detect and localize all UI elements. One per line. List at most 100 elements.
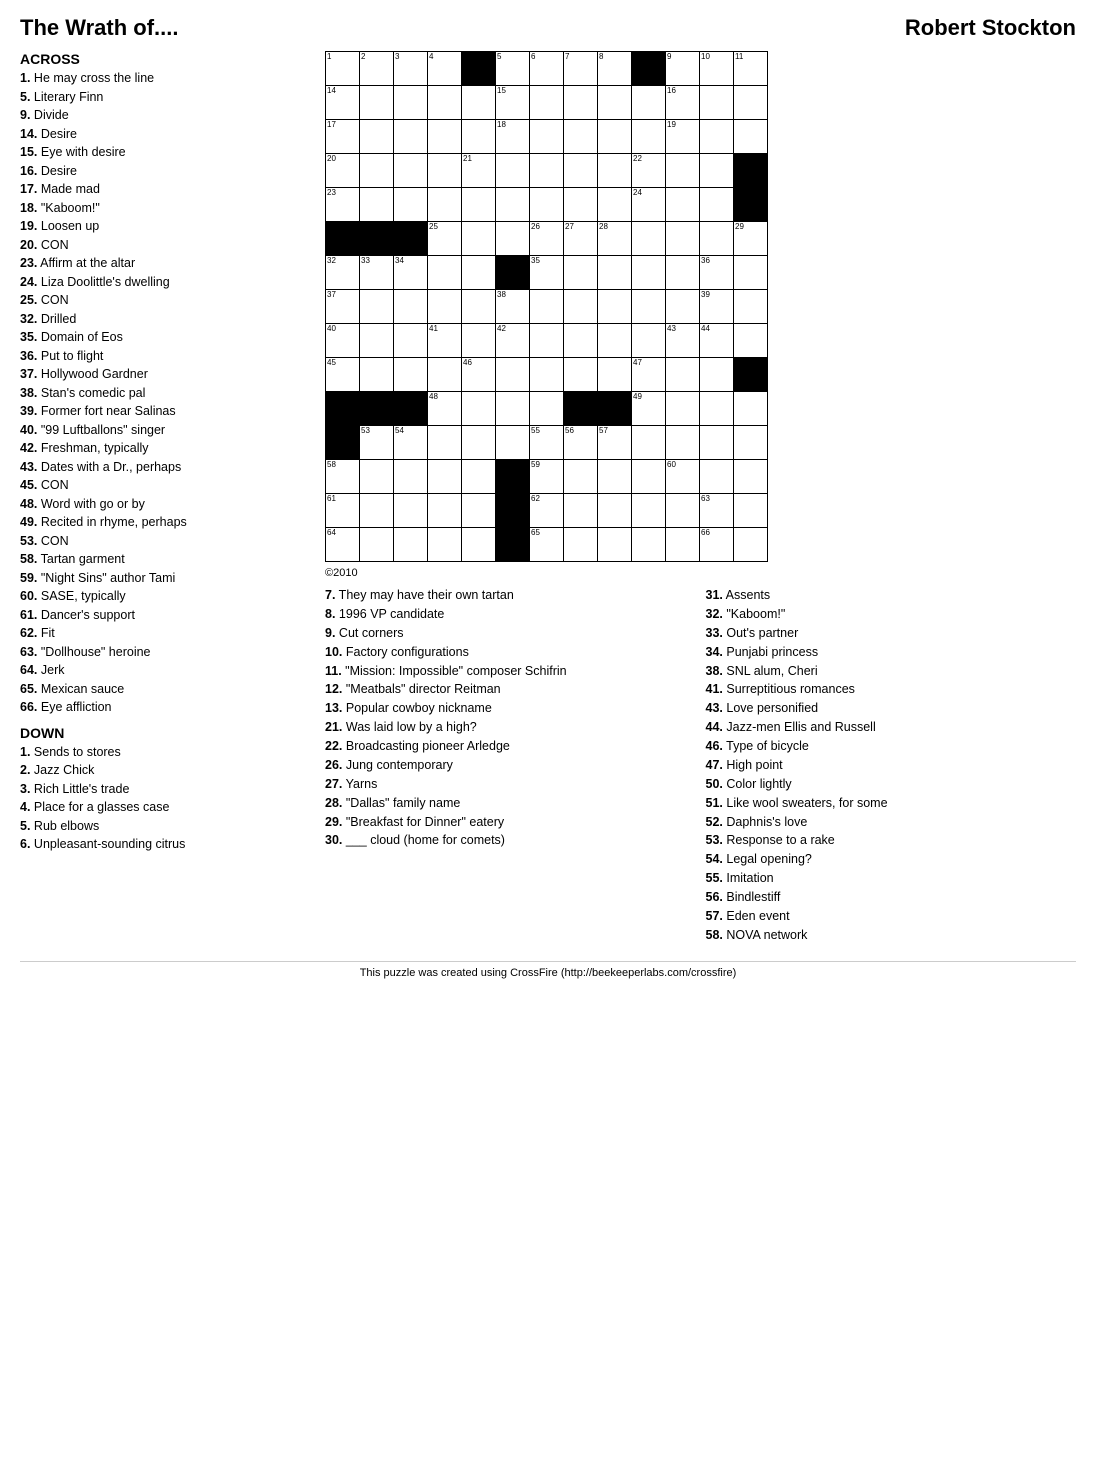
cell-5-2[interactable] xyxy=(394,222,428,256)
cell-5-1[interactable] xyxy=(360,222,394,256)
cell-13-10[interactable] xyxy=(666,494,700,528)
cell-8-11[interactable]: 44 xyxy=(700,324,734,358)
cell-7-3[interactable] xyxy=(428,290,462,324)
cell-5-11[interactable] xyxy=(700,222,734,256)
cell-12-7[interactable] xyxy=(564,460,598,494)
cell-10-10[interactable] xyxy=(666,392,700,426)
cell-13-2[interactable] xyxy=(394,494,428,528)
cell-3-10[interactable] xyxy=(666,154,700,188)
cell-9-1[interactable] xyxy=(360,358,394,392)
cell-7-10[interactable] xyxy=(666,290,700,324)
cell-11-10[interactable] xyxy=(666,426,700,460)
cell-2-9[interactable] xyxy=(632,120,666,154)
cell-2-1[interactable] xyxy=(360,120,394,154)
cell-0-2[interactable]: 3 xyxy=(394,52,428,86)
cell-8-10[interactable]: 43 xyxy=(666,324,700,358)
cell-3-2[interactable] xyxy=(394,154,428,188)
cell-14-3[interactable] xyxy=(428,528,462,562)
cell-0-11[interactable]: 10 xyxy=(700,52,734,86)
cell-9-0[interactable]: 45 xyxy=(326,358,360,392)
cell-14-11[interactable]: 66 xyxy=(700,528,734,562)
cell-12-9[interactable] xyxy=(632,460,666,494)
cell-1-1[interactable] xyxy=(360,86,394,120)
cell-2-0[interactable]: 17 xyxy=(326,120,360,154)
cell-1-2[interactable] xyxy=(394,86,428,120)
cell-2-2[interactable] xyxy=(394,120,428,154)
cell-1-0[interactable]: 14 xyxy=(326,86,360,120)
cell-12-3[interactable] xyxy=(428,460,462,494)
cell-1-5[interactable]: 15 xyxy=(496,86,530,120)
cell-12-2[interactable] xyxy=(394,460,428,494)
cell-7-4[interactable] xyxy=(462,290,496,324)
cell-5-12[interactable]: 29 xyxy=(734,222,768,256)
cell-8-6[interactable] xyxy=(530,324,564,358)
cell-3-1[interactable] xyxy=(360,154,394,188)
cell-0-4[interactable] xyxy=(462,52,496,86)
cell-11-1[interactable]: 53 xyxy=(360,426,394,460)
cell-2-11[interactable] xyxy=(700,120,734,154)
cell-2-6[interactable] xyxy=(530,120,564,154)
cell-2-7[interactable] xyxy=(564,120,598,154)
cell-3-0[interactable]: 20 xyxy=(326,154,360,188)
cell-6-11[interactable]: 36 xyxy=(700,256,734,290)
cell-8-1[interactable] xyxy=(360,324,394,358)
cell-13-11[interactable]: 63 xyxy=(700,494,734,528)
cell-2-8[interactable] xyxy=(598,120,632,154)
cell-12-6[interactable]: 59 xyxy=(530,460,564,494)
cell-3-3[interactable] xyxy=(428,154,462,188)
cell-8-3[interactable]: 41 xyxy=(428,324,462,358)
cell-4-8[interactable] xyxy=(598,188,632,222)
cell-0-5[interactable]: 5 xyxy=(496,52,530,86)
cell-14-2[interactable] xyxy=(394,528,428,562)
cell-8-7[interactable] xyxy=(564,324,598,358)
cell-14-0[interactable]: 64 xyxy=(326,528,360,562)
cell-14-9[interactable] xyxy=(632,528,666,562)
cell-13-3[interactable] xyxy=(428,494,462,528)
cell-3-4[interactable]: 21 xyxy=(462,154,496,188)
cell-14-10[interactable] xyxy=(666,528,700,562)
cell-10-2[interactable] xyxy=(394,392,428,426)
cell-9-10[interactable] xyxy=(666,358,700,392)
cell-11-8[interactable]: 57 xyxy=(598,426,632,460)
cell-3-6[interactable] xyxy=(530,154,564,188)
cell-12-1[interactable] xyxy=(360,460,394,494)
cell-9-6[interactable] xyxy=(530,358,564,392)
cell-14-5[interactable] xyxy=(496,528,530,562)
cell-10-5[interactable] xyxy=(496,392,530,426)
cell-6-9[interactable] xyxy=(632,256,666,290)
cell-12-5[interactable] xyxy=(496,460,530,494)
cell-11-6[interactable]: 55 xyxy=(530,426,564,460)
cell-1-6[interactable] xyxy=(530,86,564,120)
cell-13-8[interactable] xyxy=(598,494,632,528)
cell-9-4[interactable]: 46 xyxy=(462,358,496,392)
cell-14-12[interactable] xyxy=(734,528,768,562)
cell-11-7[interactable]: 56 xyxy=(564,426,598,460)
cell-13-12[interactable] xyxy=(734,494,768,528)
cell-0-0[interactable]: 1 xyxy=(326,52,360,86)
cell-8-2[interactable] xyxy=(394,324,428,358)
cell-1-11[interactable] xyxy=(700,86,734,120)
cell-4-10[interactable] xyxy=(666,188,700,222)
cell-13-1[interactable] xyxy=(360,494,394,528)
cell-10-0[interactable] xyxy=(326,392,360,426)
cell-1-10[interactable]: 16 xyxy=(666,86,700,120)
cell-9-9[interactable]: 47 xyxy=(632,358,666,392)
cell-7-7[interactable] xyxy=(564,290,598,324)
cell-4-7[interactable] xyxy=(564,188,598,222)
cell-4-9[interactable]: 24 xyxy=(632,188,666,222)
cell-7-2[interactable] xyxy=(394,290,428,324)
cell-8-5[interactable]: 42 xyxy=(496,324,530,358)
cell-5-7[interactable]: 27 xyxy=(564,222,598,256)
cell-7-6[interactable] xyxy=(530,290,564,324)
cell-3-12[interactable] xyxy=(734,154,768,188)
cell-4-11[interactable] xyxy=(700,188,734,222)
cell-11-11[interactable] xyxy=(700,426,734,460)
cell-11-12[interactable] xyxy=(734,426,768,460)
cell-7-9[interactable] xyxy=(632,290,666,324)
cell-13-6[interactable]: 62 xyxy=(530,494,564,528)
cell-9-7[interactable] xyxy=(564,358,598,392)
cell-8-12[interactable] xyxy=(734,324,768,358)
cell-6-0[interactable]: 32 xyxy=(326,256,360,290)
cell-11-9[interactable] xyxy=(632,426,666,460)
cell-8-4[interactable] xyxy=(462,324,496,358)
